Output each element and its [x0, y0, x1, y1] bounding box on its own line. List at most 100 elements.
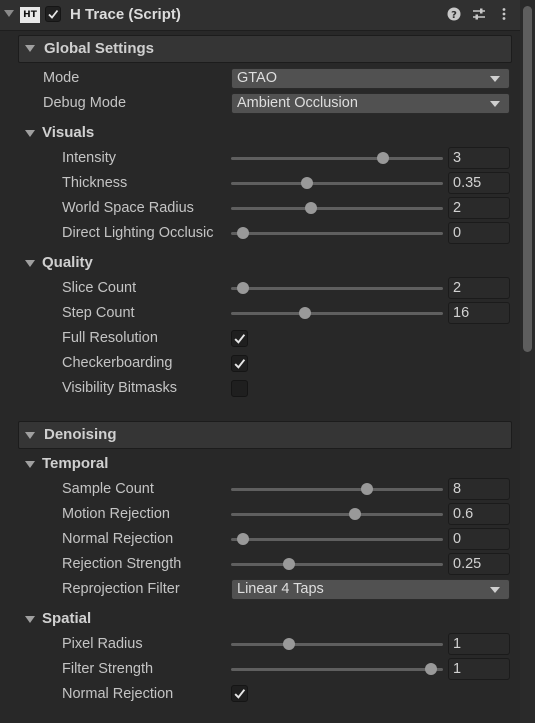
component-header[interactable]: HT H Trace (Script) ? [0, 0, 520, 31]
thickness-value: 0.35 [453, 175, 482, 191]
section-foldout-arrow-icon[interactable] [25, 45, 35, 52]
full-resolution-checkbox[interactable] [231, 330, 248, 347]
rejection-strength-label: Rejection Strength [62, 556, 182, 572]
slider-knob[interactable] [237, 227, 249, 239]
reprojection-filter-value: Linear 4 Taps [237, 581, 324, 597]
sample-count-slider[interactable] [231, 483, 443, 496]
filter-strength-value: 1 [453, 661, 462, 677]
slice-count-label: Slice Count [62, 280, 137, 296]
scrollbar-thumb[interactable] [523, 6, 532, 352]
filter-strength-slider[interactable] [231, 663, 443, 676]
intensity-field[interactable]: 3 [448, 147, 510, 169]
component-foldout-arrow-icon[interactable] [4, 10, 14, 17]
slice-count-field[interactable]: 2 [448, 277, 510, 299]
component-enabled-checkbox[interactable] [45, 6, 61, 22]
step-count-slider[interactable] [231, 307, 443, 320]
debug-mode-dropdown-value: Ambient Occlusion [237, 95, 358, 111]
thickness-slider[interactable] [231, 177, 443, 190]
reprojection-filter-dropdown[interactable]: Linear 4 Taps [231, 579, 510, 600]
visibility-bitmasks-label: Visibility Bitmasks [62, 380, 177, 396]
visuals-foldout-arrow-icon[interactable] [25, 130, 35, 137]
step-count-field[interactable]: 16 [448, 302, 510, 324]
intensity-slider[interactable] [231, 152, 443, 165]
section-foldout-arrow-icon[interactable] [25, 432, 35, 439]
pixel-radius-field[interactable]: 1 [448, 633, 510, 655]
chevron-down-icon [490, 101, 500, 107]
thickness-field[interactable]: 0.35 [448, 172, 510, 194]
motion-rejection-slider[interactable] [231, 508, 443, 521]
slider-track[interactable] [231, 488, 443, 491]
slider-knob[interactable] [299, 307, 311, 319]
slider-track[interactable] [231, 563, 443, 566]
debug-mode-label: Debug Mode [43, 95, 127, 111]
mode-label: Mode [43, 70, 80, 86]
slider-knob[interactable] [283, 558, 295, 570]
direct-lighting-occlusion-field[interactable]: 0 [448, 222, 510, 244]
slider-track[interactable] [231, 287, 443, 290]
slider-track[interactable] [231, 207, 443, 210]
world-space-radius-field[interactable]: 2 [448, 197, 510, 219]
slider-knob[interactable] [283, 638, 295, 650]
direct-lighting-occlusion-slider[interactable] [231, 227, 443, 240]
normal-rejection-value: 0 [453, 531, 462, 547]
chevron-down-icon [490, 587, 500, 593]
slider-track[interactable] [231, 668, 443, 671]
pixel-radius-value: 1 [453, 636, 462, 652]
slider-track[interactable] [231, 232, 443, 235]
sample-count-field[interactable]: 8 [448, 478, 510, 500]
preset-sliders-icon[interactable] [472, 7, 486, 21]
kebab-menu-icon[interactable] [497, 7, 511, 21]
pixel-radius-slider[interactable] [231, 638, 443, 651]
motion-rejection-field[interactable]: 0.6 [448, 503, 510, 525]
temporal-foldout-arrow-icon[interactable] [25, 461, 35, 468]
thickness-label: Thickness [62, 175, 128, 191]
spatial-foldout-arrow-icon[interactable] [25, 616, 35, 623]
slider-knob[interactable] [237, 533, 249, 545]
slider-track[interactable] [231, 182, 443, 185]
slice-count-value: 2 [453, 280, 462, 296]
rejection-strength-slider[interactable] [231, 558, 443, 571]
slider-track[interactable] [231, 312, 443, 315]
slider-knob[interactable] [305, 202, 317, 214]
slider-track[interactable] [231, 513, 443, 516]
slider-track[interactable] [231, 538, 443, 541]
sample-count-label: Sample Count [62, 481, 154, 497]
world-space-radius-value: 2 [453, 200, 462, 216]
slider-knob[interactable] [237, 282, 249, 294]
filter-strength-field[interactable]: 1 [448, 658, 510, 680]
visibility-bitmasks-checkbox[interactable] [231, 380, 248, 397]
normal-rejection-field[interactable]: 0 [448, 528, 510, 550]
rejection-strength-value: 0.25 [453, 556, 482, 572]
slider-knob[interactable] [425, 663, 437, 675]
mode-dropdown-value: GTAO [237, 70, 278, 86]
world-space-radius-label: World Space Radius [62, 200, 194, 216]
direct-lighting-occlusion-value: 0 [453, 225, 462, 241]
slider-knob[interactable] [349, 508, 361, 520]
debug-mode-dropdown[interactable]: Ambient Occlusion [231, 93, 510, 114]
slice-count-slider[interactable] [231, 282, 443, 295]
help-icon[interactable]: ? [447, 7, 461, 21]
checkmark-icon [48, 9, 59, 19]
checkmark-icon [234, 689, 246, 699]
slider-knob[interactable] [361, 483, 373, 495]
checkmark-icon [234, 334, 246, 344]
slider-track[interactable] [231, 157, 443, 160]
rejection-strength-field[interactable]: 0.25 [448, 553, 510, 575]
section-title-global-settings: Global Settings [44, 40, 155, 57]
world-space-radius-slider[interactable] [231, 202, 443, 215]
checkerboarding-label: Checkerboarding [62, 355, 173, 371]
quality-foldout-arrow-icon[interactable] [25, 260, 35, 267]
slider-knob[interactable] [301, 177, 313, 189]
filter-strength-label: Filter Strength [62, 661, 154, 677]
motion-rejection-label: Motion Rejection [62, 506, 170, 522]
reprojection-filter-label: Reprojection Filter [62, 581, 180, 597]
slider-knob[interactable] [377, 152, 389, 164]
temporal-title: Temporal [42, 455, 109, 472]
slider-track[interactable] [231, 643, 443, 646]
mode-dropdown[interactable]: GTAO [231, 68, 510, 89]
svg-text:?: ? [451, 10, 457, 21]
spatial-normal-rejection-checkbox[interactable] [231, 685, 248, 702]
checkerboarding-checkbox[interactable] [231, 355, 248, 372]
normal-rejection-slider[interactable] [231, 533, 443, 546]
vertical-scrollbar[interactable] [520, 0, 535, 723]
